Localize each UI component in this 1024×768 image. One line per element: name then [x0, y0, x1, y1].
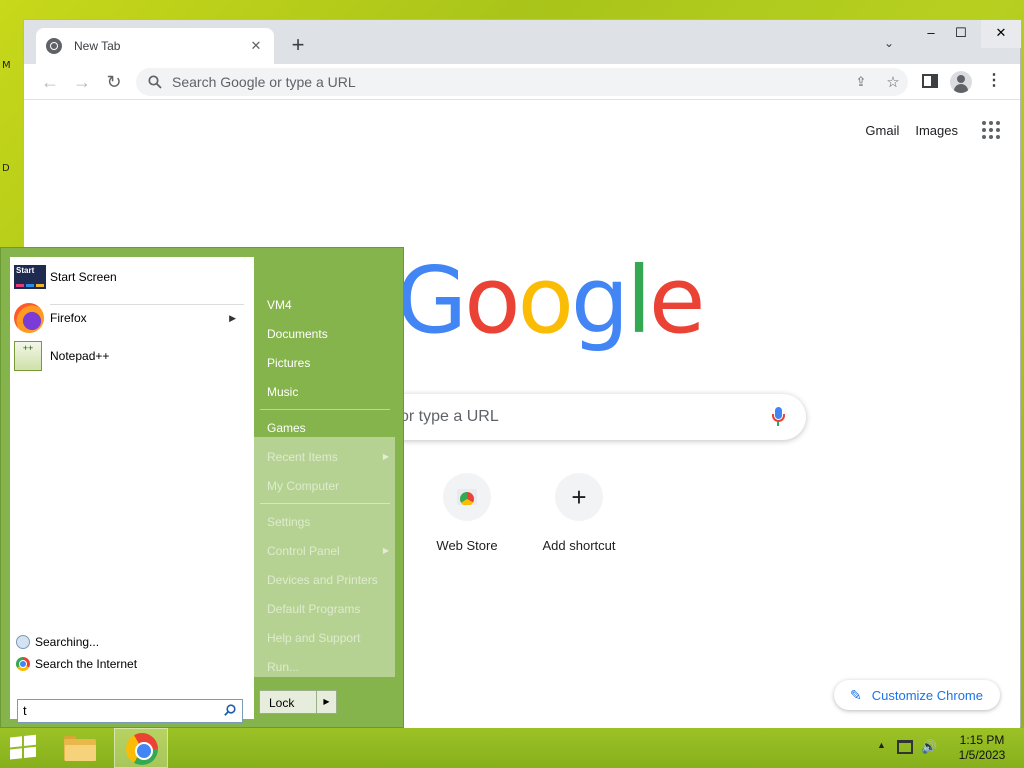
place-help-and-support[interactable]: Help and Support — [267, 631, 360, 645]
tab-close-icon[interactable]: ✕ — [248, 38, 264, 54]
window-close-button[interactable]: ✕ — [981, 20, 1021, 48]
place-documents[interactable]: Documents — [267, 327, 328, 341]
tab-title: New Tab — [74, 39, 121, 53]
windows-start-icon[interactable] — [10, 734, 38, 762]
top-links: Gmail Images — [865, 121, 1000, 139]
google-apps-grid-icon[interactable] — [982, 121, 1000, 139]
chrome-icon — [16, 657, 30, 671]
gmail-link[interactable]: Gmail — [865, 123, 899, 138]
logo-letter: g — [570, 247, 629, 354]
shortcut-label: Web Store — [436, 538, 498, 553]
window-maximize-button[interactable]: ☐ — [949, 20, 973, 48]
power-options-arrow-icon[interactable]: ▶ — [316, 691, 336, 713]
start-screen-icon: Start — [14, 265, 46, 289]
chrome-favicon-icon — [46, 38, 62, 54]
place-games[interactable]: Games — [267, 421, 306, 435]
start-menu-places-pane: VM4 Documents Pictures Music Games Recen… — [254, 257, 395, 719]
show-hidden-icons-icon[interactable]: ▲ — [877, 740, 886, 750]
logo-letter: o — [464, 247, 520, 354]
divider — [260, 503, 390, 504]
tab-new-tab[interactable]: New Tab ✕ — [36, 28, 274, 64]
start-menu-item-firefox[interactable]: Firefox ▶ — [14, 303, 246, 333]
taskbar-chrome-button[interactable] — [114, 728, 168, 768]
address-bar[interactable]: Search Google or type a URL ⇪ ☆ — [136, 68, 908, 96]
lock-label: Lock — [269, 696, 295, 710]
start-menu-item-start-screen[interactable]: Start Start Screen — [14, 265, 117, 289]
images-link[interactable]: Images — [915, 123, 958, 138]
place-settings[interactable]: Settings — [267, 515, 310, 529]
place-vm4[interactable]: VM4 — [267, 298, 292, 312]
lock-button[interactable]: Lock ▶ — [259, 690, 337, 714]
google-logo: Google — [396, 251, 705, 351]
bookmark-star-icon[interactable]: ☆ — [882, 73, 904, 91]
start-menu-search-input[interactable] — [17, 699, 243, 723]
volume-icon[interactable]: 🔊 — [921, 739, 937, 755]
google-search-placeholder: or type a URL — [400, 408, 499, 425]
window-minimize-button[interactable]: – — [919, 20, 943, 48]
file-explorer-icon[interactable] — [62, 733, 100, 763]
place-control-panel[interactable]: Control Panel — [267, 544, 340, 558]
reload-button[interactable]: ↻ — [102, 70, 126, 94]
place-recent-items[interactable]: Recent Items — [267, 450, 338, 464]
submenu-arrow-icon: ▶ — [229, 312, 236, 323]
logo-letter: l — [626, 247, 652, 354]
start-menu-searching-status: Searching... — [16, 635, 99, 649]
search-icon — [16, 635, 30, 649]
start-menu-item-notepad-plus-plus[interactable]: ++ Notepad++ — [14, 341, 109, 371]
forward-button[interactable]: → — [70, 70, 94, 94]
chrome-menu-icon[interactable]: ⋮ — [986, 72, 1002, 92]
search-the-internet-item[interactable]: Search the Internet — [16, 657, 137, 671]
tab-search-chevron-icon[interactable]: ⌄ — [884, 36, 894, 50]
browser-toolbar: ← → ↻ Search Google or type a URL ⇪ ☆ ⋮ — [24, 64, 1020, 100]
share-icon[interactable]: ⇪ — [850, 74, 872, 90]
start-menu-programs-pane: Start Start Screen Firefox ▶ ++ Notepad+… — [10, 257, 254, 723]
pencil-icon: ✎ — [850, 686, 862, 703]
start-menu-search-field[interactable] — [23, 703, 213, 718]
search-icon[interactable] — [224, 704, 236, 716]
voice-search-mic-icon[interactable] — [772, 407, 785, 427]
shortcut-label: Add shortcut — [542, 538, 616, 553]
system-clock[interactable]: 1:15 PM 1/5/2023 — [950, 733, 1014, 763]
shortcut-add[interactable]: + Add shortcut — [523, 473, 635, 553]
back-button[interactable]: ← — [38, 70, 62, 94]
chrome-icon — [126, 733, 158, 765]
start-menu-item-label: Notepad++ — [50, 349, 110, 363]
new-tab-button[interactable]: + — [286, 34, 310, 58]
tab-strip: New Tab ✕ + ⌄ – ☐ ✕ — [24, 20, 1021, 64]
desktop-icon-label-fragment: M — [2, 60, 11, 71]
submenu-arrow-icon: ▶ — [382, 546, 389, 555]
start-menu: Start Start Screen Firefox ▶ ++ Notepad+… — [0, 247, 404, 728]
place-pictures[interactable]: Pictures — [267, 356, 310, 370]
clock-date: 1/5/2023 — [958, 748, 1006, 762]
logo-letter: o — [517, 247, 574, 354]
taskbar: ▲ 🔊 1:15 PM 1/5/2023 — [0, 728, 1024, 768]
place-run[interactable]: Run... — [267, 660, 299, 674]
start-menu-item-label: Start Screen — [50, 270, 117, 284]
place-my-computer[interactable]: My Computer — [267, 479, 339, 493]
search-icon — [148, 75, 162, 89]
network-icon[interactable] — [897, 740, 913, 754]
place-devices-and-printers[interactable]: Devices and Printers — [267, 573, 378, 587]
divider — [260, 409, 390, 410]
logo-letter: G — [396, 247, 467, 354]
submenu-arrow-icon: ▶ — [382, 452, 389, 461]
start-menu-item-label: Firefox — [50, 311, 87, 325]
side-panel-icon[interactable] — [922, 74, 938, 88]
customize-chrome-label: Customize Chrome — [871, 687, 983, 703]
place-default-programs[interactable]: Default Programs — [267, 602, 360, 616]
customize-chrome-button[interactable]: ✎ Customize Chrome — [834, 680, 1000, 710]
clock-time: 1:15 PM — [959, 733, 1005, 747]
plus-icon: + — [571, 482, 587, 512]
profile-avatar-icon[interactable] — [950, 71, 972, 93]
address-bar-placeholder: Search Google or type a URL — [172, 74, 356, 90]
logo-letter: e — [648, 247, 706, 354]
place-music[interactable]: Music — [267, 385, 298, 399]
shortcut-web-store[interactable]: Web Store — [411, 473, 523, 553]
desktop-icon-label-fragment: D — [2, 163, 10, 174]
firefox-icon — [14, 303, 44, 333]
web-store-icon — [457, 489, 477, 505]
notepad-plus-plus-icon: ++ — [14, 341, 42, 371]
